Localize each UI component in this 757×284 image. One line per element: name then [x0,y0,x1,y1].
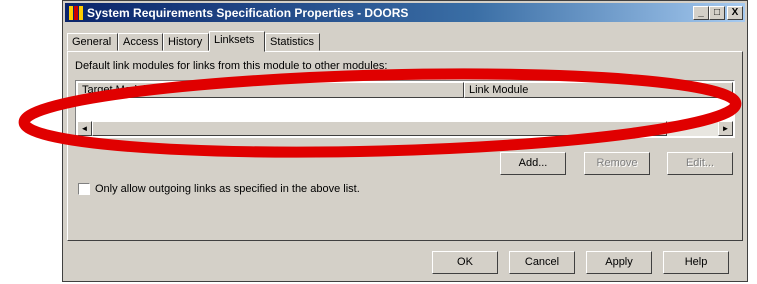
tab-linksets[interactable]: Linksets [209,31,265,52]
help-button[interactable]: Help [663,251,729,274]
outgoing-links-checkbox[interactable] [78,183,90,195]
tab-statistics[interactable]: Statistics [265,33,320,51]
minimize-button[interactable]: _ [693,6,709,20]
outgoing-links-label: Only allow outgoing links as specified i… [95,183,360,195]
remove-button[interactable]: Remove [584,152,650,175]
linksets-panel: Default link modules for links from this… [67,51,743,241]
column-link-module[interactable]: Link Module [464,82,733,98]
linksets-list[interactable]: Target Module Link Module ◄ ► [75,80,735,138]
add-button[interactable]: Add... [500,152,566,175]
doors-app-icon [69,6,83,20]
tab-access[interactable]: Access [118,33,163,51]
ok-button[interactable]: OK [432,251,498,274]
linksets-description: Default link modules for links from this… [75,60,388,72]
apply-button[interactable]: Apply [586,251,652,274]
cancel-button[interactable]: Cancel [509,251,575,274]
scroll-left-icon[interactable]: ◄ [77,121,92,136]
window-title: System Requirements Specification Proper… [87,6,409,20]
close-button[interactable]: X [727,6,743,20]
tab-general[interactable]: General [67,33,118,51]
title-bar[interactable]: System Requirements Specification Proper… [65,3,745,22]
edit-button[interactable]: Edit... [667,152,733,175]
scroll-thumb[interactable] [92,121,667,136]
tab-history[interactable]: History [163,33,209,51]
horizontal-scrollbar[interactable]: ◄ ► [77,121,733,136]
column-target-module[interactable]: Target Module [77,82,464,98]
scroll-right-icon[interactable]: ► [718,121,733,136]
properties-dialog: System Requirements Specification Proper… [62,0,748,282]
maximize-button[interactable]: □ [709,6,725,20]
